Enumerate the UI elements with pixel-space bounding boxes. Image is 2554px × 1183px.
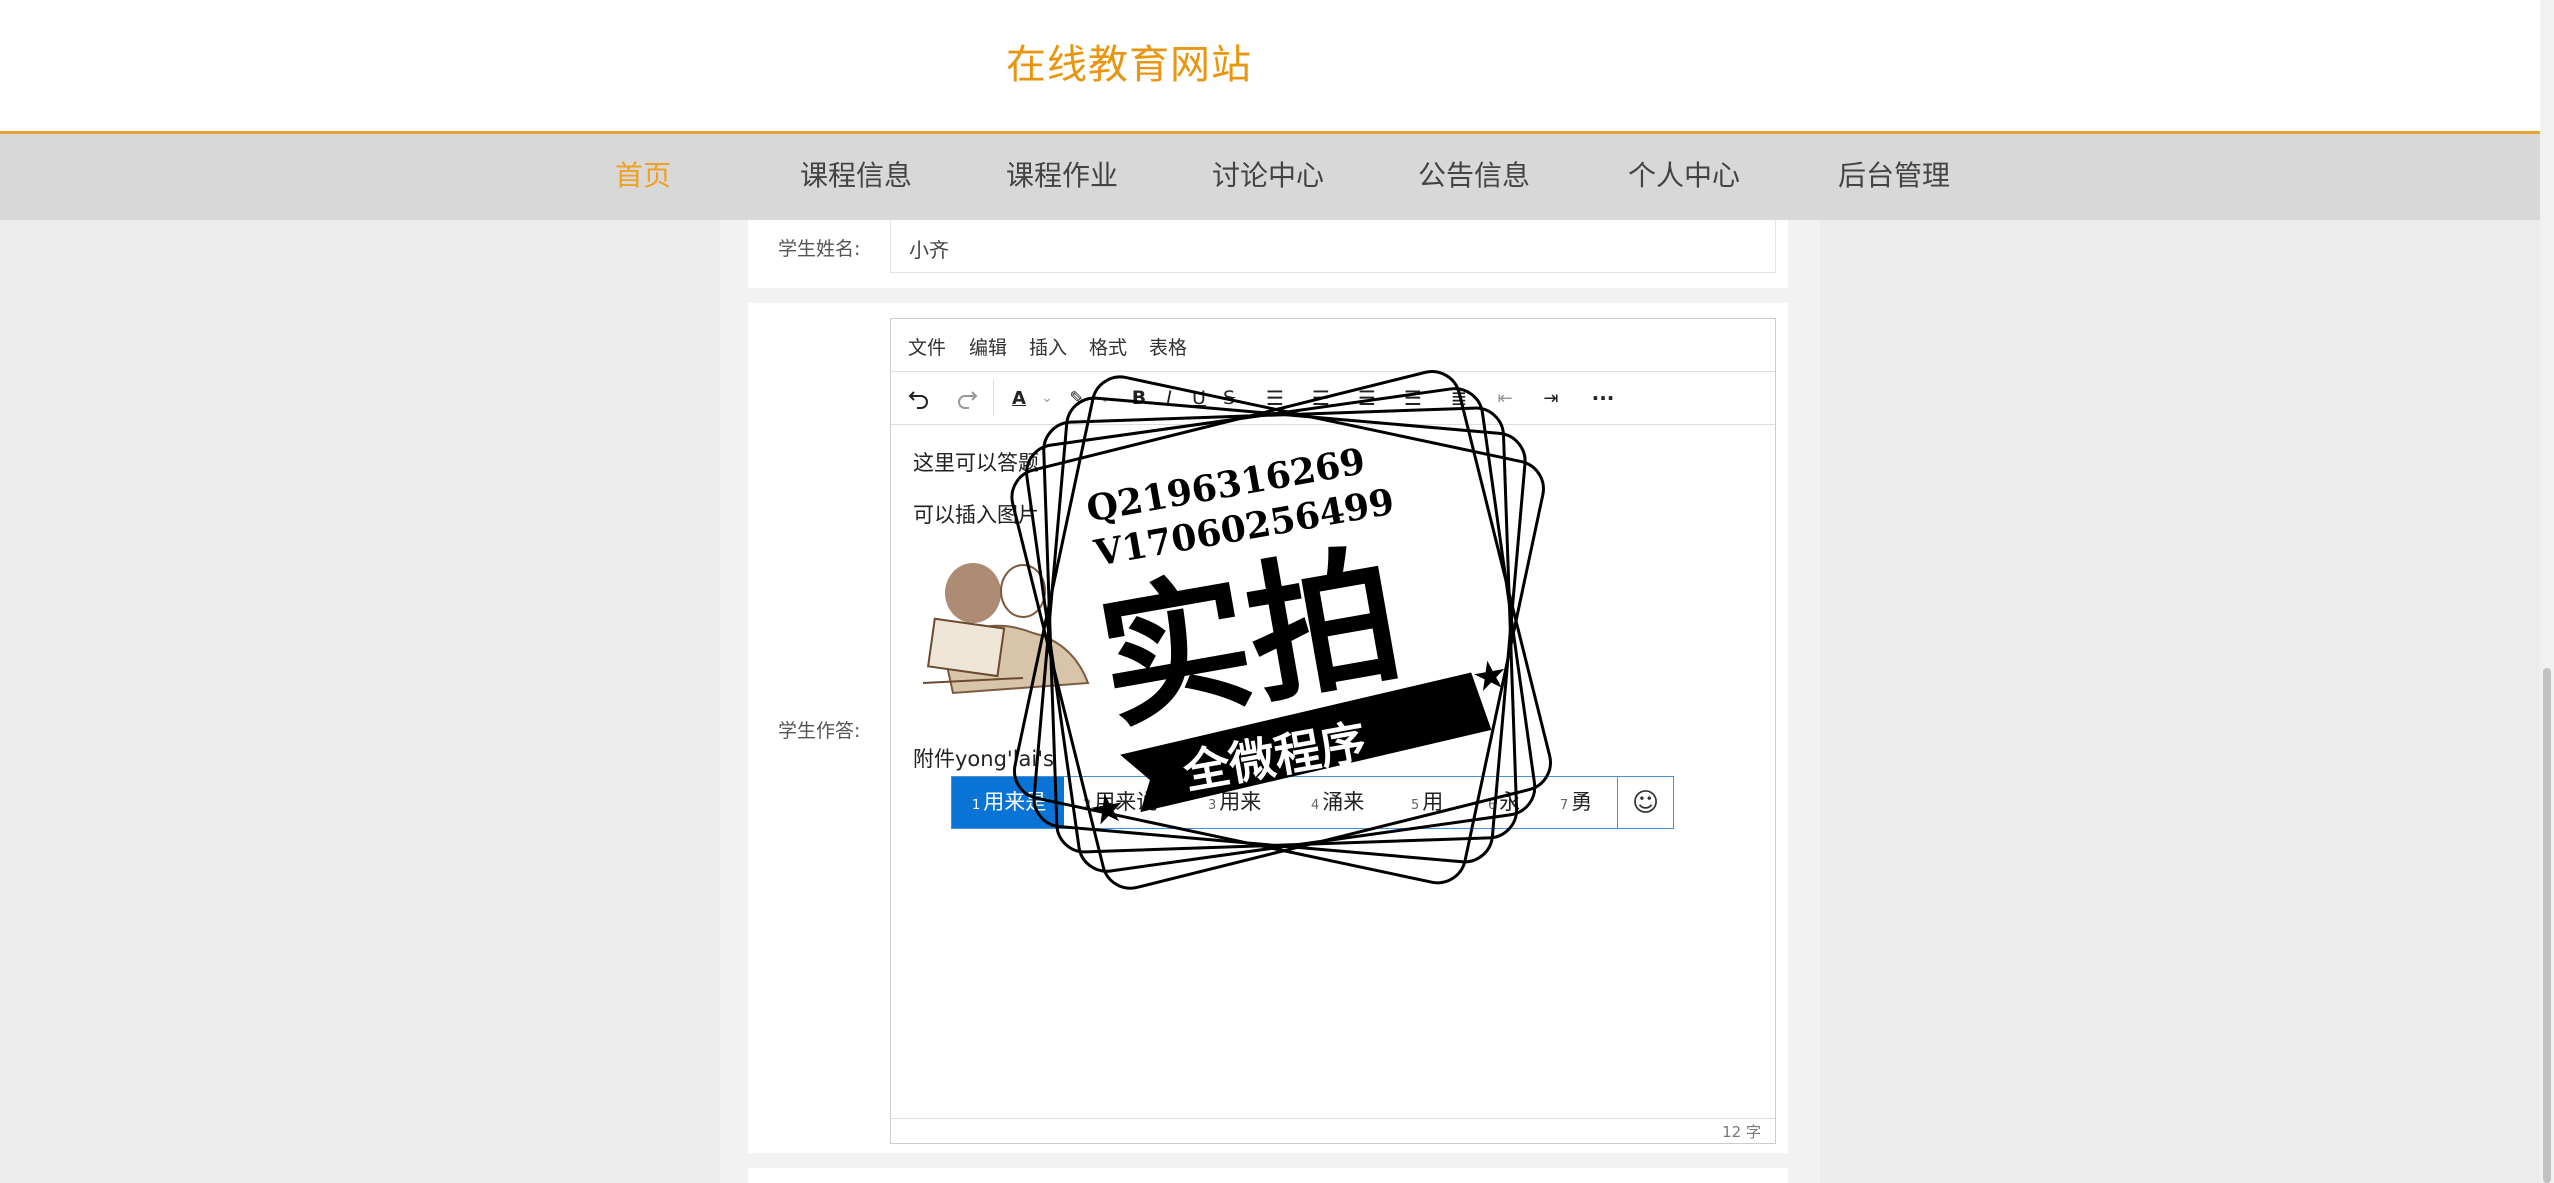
nav-discussion[interactable]: 讨论中心 [1212, 154, 1324, 194]
star-icon: ★ [1468, 651, 1511, 703]
site-header: 在线教育网站 [0, 0, 2540, 134]
menu-file[interactable]: 文件 [908, 333, 946, 360]
emoji-icon[interactable]: ☺ [1617, 777, 1673, 828]
nav-announcements[interactable]: 公告信息 [1418, 154, 1530, 194]
page-scrollbar[interactable] [2540, 0, 2554, 1183]
nav-course-info[interactable]: 课程信息 [800, 154, 912, 194]
nav-home[interactable]: 首页 [615, 154, 671, 194]
nav-course-homework[interactable]: 课程作业 [1006, 154, 1118, 194]
word-count: 12 字 [1722, 1123, 1761, 1141]
next-card [748, 1168, 1788, 1183]
student-name-label: 学生姓名: [778, 238, 861, 260]
redo-icon[interactable] [951, 382, 983, 414]
watermark-stamp: Q2196316269 V17060256499 实拍 全微程序 ★ ★ [990, 345, 1570, 905]
nav-personal-center[interactable]: 个人中心 [1628, 154, 1740, 194]
student-name-field[interactable]: 小齐 [890, 220, 1776, 273]
more-icon[interactable]: ··· [1587, 382, 1619, 414]
site-title: 在线教育网站 [1006, 42, 1252, 88]
star-icon: ★ [1086, 784, 1129, 836]
main-nav: 首页 课程信息 课程作业 讨论中心 公告信息 个人中心 后台管理 [0, 134, 2540, 220]
student-answer-label: 学生作答: [778, 720, 861, 742]
editor-statusbar: 12 字 [891, 1118, 1775, 1143]
student-name-value: 小齐 [909, 238, 949, 262]
scrollbar-thumb[interactable] [2543, 668, 2551, 1183]
undo-icon[interactable] [903, 382, 935, 414]
nav-admin[interactable]: 后台管理 [1838, 154, 1950, 194]
